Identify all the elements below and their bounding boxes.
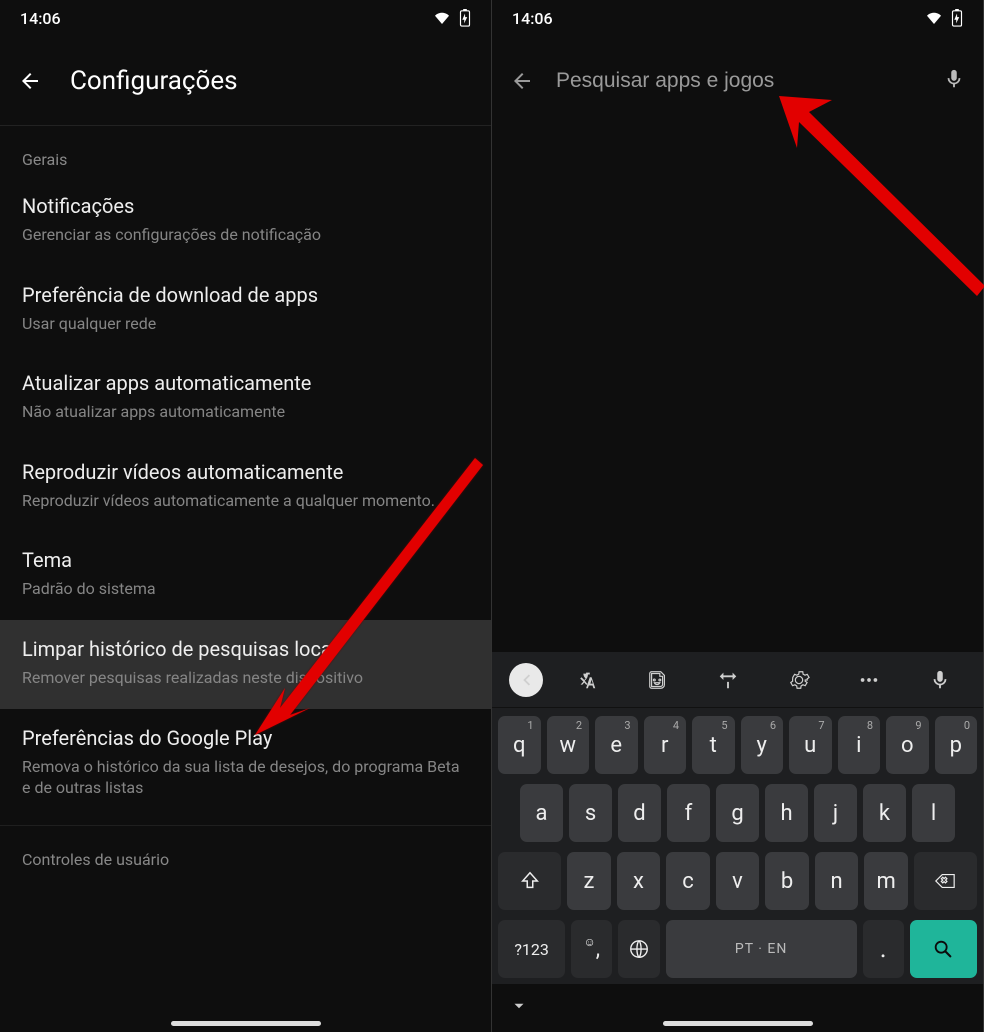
numeric-key[interactable]: ?123 [498,920,565,978]
key-m[interactable]: m [864,852,908,910]
section-header-general: Gerais [0,126,491,177]
key-x[interactable]: x [617,852,661,910]
settings-icon[interactable] [766,652,833,707]
key-d[interactable]: d [618,784,661,842]
key-l[interactable]: l [912,784,955,842]
back-button[interactable] [510,69,534,93]
setting-subtitle: Reproduzir vídeos automaticamente a qual… [22,490,469,512]
screen-settings: 14:06 Configurações Gerais Notificações … [0,0,492,1032]
status-time: 14:06 [20,9,61,28]
setting-auto-update-apps[interactable]: Atualizar apps automaticamente Não atual… [0,354,491,443]
more-icon[interactable] [836,652,903,707]
setting-title: Limpar histórico de pesquisas local [22,636,469,663]
text-select-icon[interactable] [695,652,762,707]
setting-subtitle: Remover pesquisas realizadas neste dispo… [22,667,469,689]
status-bar: 14:06 [492,0,983,36]
keyboard-row-1: q1w2e3r4t5y6u7i8o9p0 [498,716,977,774]
setting-title: Preferências do Google Play [22,725,469,752]
key-n[interactable]: n [815,852,859,910]
key-g[interactable]: g [716,784,759,842]
setting-title: Preferência de download de apps [22,282,469,309]
search-input[interactable] [556,69,921,93]
key-i[interactable]: i8 [838,716,881,774]
keyboard-toolbar [492,652,983,708]
setting-title: Notificações [22,193,469,220]
status-time: 14:06 [512,9,553,28]
setting-download-preference[interactable]: Preferência de download de apps Usar qua… [0,266,491,355]
key-p[interactable]: p0 [935,716,978,774]
screen-search: 14:06 q1w2e3r4t5y6u7 [492,0,984,1032]
key-o[interactable]: o9 [886,716,929,774]
setting-subtitle: Padrão do sistema [22,578,469,600]
status-icons [925,9,963,27]
key-v[interactable]: v [716,852,760,910]
emoji-key[interactable]: ☺, [571,920,612,978]
key-h[interactable]: h [765,784,808,842]
status-icons [433,9,471,27]
setting-title: Reproduzir vídeos automaticamente [22,459,469,486]
key-e[interactable]: e3 [595,716,638,774]
key-c[interactable]: c [666,852,710,910]
setting-subtitle: Gerenciar as configurações de notificaçã… [22,224,469,246]
search-key[interactable] [910,920,977,978]
sticker-icon[interactable] [625,652,692,707]
key-a[interactable]: a [520,784,563,842]
setting-theme[interactable]: Tema Padrão do sistema [0,531,491,620]
app-bar: Configurações [0,36,491,126]
key-y[interactable]: y6 [741,716,784,774]
key-j[interactable]: j [814,784,857,842]
collapse-keyboard-button[interactable] [510,997,528,1019]
key-w[interactable]: w2 [547,716,590,774]
language-key[interactable] [618,920,659,978]
setting-subtitle: Remova o histórico da sua lista de desej… [22,756,469,799]
key-s[interactable]: s [569,784,612,842]
home-indicator[interactable] [663,1021,813,1026]
setting-subtitle: Não atualizar apps automaticamente [22,401,469,423]
setting-title: Tema [22,547,469,574]
key-b[interactable]: b [765,852,809,910]
keyboard-row-3: zxcvbnm [498,852,977,910]
key-k[interactable]: k [863,784,906,842]
setting-clear-search-history[interactable]: Limpar histórico de pesquisas local Remo… [0,620,491,709]
key-r[interactable]: r4 [644,716,687,774]
wifi-icon [925,11,943,25]
voice-search-button[interactable] [943,68,965,94]
key-t[interactable]: t5 [692,716,735,774]
search-bar [492,36,983,126]
setting-notifications[interactable]: Notificações Gerenciar as configurações … [0,177,491,266]
mic-icon[interactable] [907,652,974,707]
setting-autoplay-videos[interactable]: Reproduzir vídeos automaticamente Reprod… [0,443,491,532]
keyboard-row-4: ?123 ☺, PT · EN . [498,920,977,978]
setting-play-preferences[interactable]: Preferências do Google Play Remova o his… [0,709,491,819]
shift-key[interactable] [498,852,561,910]
period-key[interactable]: . [863,920,904,978]
battery-icon [459,9,471,27]
key-u[interactable]: u7 [789,716,832,774]
key-z[interactable]: z [567,852,611,910]
keyboard: q1w2e3r4t5y6u7i8o9p0 asdfghjkl zxcvbnm ?… [492,652,983,1032]
back-button[interactable] [18,69,42,93]
status-bar: 14:06 [0,0,491,36]
section-header-user-controls: Controles de usuário [0,826,491,877]
key-q[interactable]: q1 [498,716,541,774]
battery-icon [951,9,963,27]
keyboard-expand-button[interactable] [502,652,550,707]
space-key[interactable]: PT · EN [666,920,857,978]
translate-icon[interactable] [554,652,621,707]
wifi-icon [433,11,451,25]
keyboard-row-2: asdfghjkl [498,784,977,842]
key-f[interactable]: f [667,784,710,842]
setting-subtitle: Usar qualquer rede [22,313,469,335]
backspace-key[interactable] [914,852,977,910]
home-indicator[interactable] [171,1021,321,1026]
page-title: Configurações [70,66,238,96]
setting-title: Atualizar apps automaticamente [22,370,469,397]
